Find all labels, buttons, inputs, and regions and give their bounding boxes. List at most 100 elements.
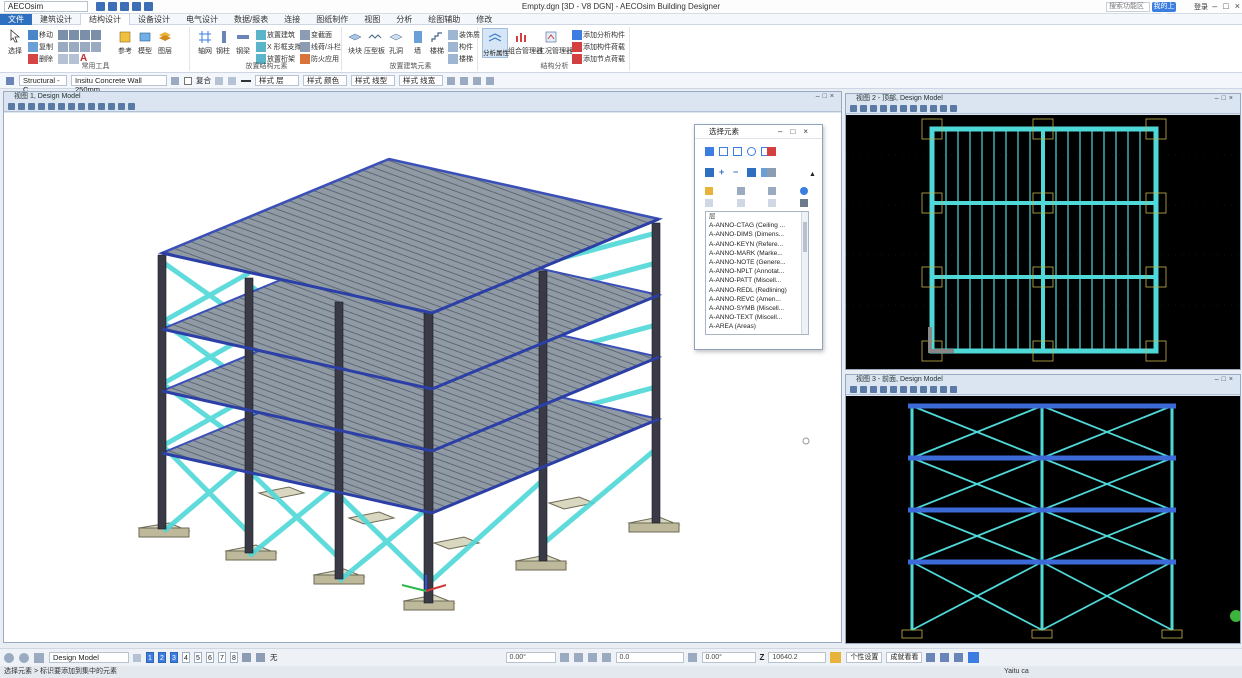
select-button-label[interactable]: 选择: [8, 46, 22, 56]
steel-column-icon[interactable]: [217, 30, 231, 44]
shape-select-icon[interactable]: [733, 147, 742, 156]
update-view-icon[interactable]: [870, 386, 877, 393]
view-2-canvas[interactable]: [846, 115, 1240, 369]
dialog-window-controls[interactable]: –□×: [778, 125, 816, 139]
align-icon[interactable]: [58, 42, 68, 52]
model-combo[interactable]: Design Model: [49, 652, 129, 663]
view-attributes-icon[interactable]: [850, 386, 857, 393]
decoration-button[interactable]: 装饰质: [448, 30, 480, 41]
view-next-icon[interactable]: [108, 103, 115, 110]
window-area-icon[interactable]: [900, 386, 907, 393]
view-toggle-7[interactable]: 7: [218, 652, 226, 663]
fit-view-icon[interactable]: [68, 103, 75, 110]
rotate-view-icon[interactable]: [920, 105, 927, 112]
tab-structural[interactable]: 结构设计: [80, 13, 130, 25]
steel-beam-icon[interactable]: [236, 30, 250, 44]
update-view-icon[interactable]: [28, 103, 35, 110]
tab-mechanical[interactable]: 设备设计: [130, 14, 178, 25]
list-item[interactable]: A-ANNO-TEXT (Miscell...: [706, 313, 808, 322]
view-1-window-controls[interactable]: –□×: [816, 92, 837, 102]
view-previous-icon[interactable]: [98, 103, 105, 110]
unit-lock-icon[interactable]: [601, 653, 611, 662]
tab-connect[interactable]: 连接: [276, 14, 308, 25]
layer-button-label[interactable]: 图层: [158, 46, 172, 56]
stair-icon[interactable]: [430, 30, 444, 44]
individual-select-icon[interactable]: [705, 147, 714, 156]
view-next-icon[interactable]: [950, 386, 957, 393]
layer-filter-icon[interactable]: [705, 187, 713, 195]
wall-icon[interactable]: [411, 30, 425, 44]
zoom-in-icon[interactable]: [880, 105, 887, 112]
minimize-icon[interactable]: –: [1212, 1, 1217, 11]
accudraw-icon[interactable]: [830, 652, 842, 663]
pan-view-icon[interactable]: [930, 105, 937, 112]
grid-icon[interactable]: [198, 30, 212, 44]
ribbon-search-input[interactable]: 搜索功能区: [1106, 2, 1150, 12]
attributes-icon[interactable]: [228, 76, 236, 85]
add-selection-icon[interactable]: +: [719, 168, 728, 177]
element-info-icon[interactable]: [215, 76, 223, 85]
transparency-icon[interactable]: [447, 76, 455, 85]
block-button-label[interactable]: 块块: [348, 46, 362, 56]
second-angle-field[interactable]: 0.00°: [701, 652, 756, 663]
view-toggle-8[interactable]: 8: [230, 652, 238, 663]
select-arrow-icon[interactable]: [8, 29, 22, 43]
selection-filter-icon[interactable]: [767, 168, 776, 177]
list-item[interactable]: A-ANNO-SYMB (Miscell...: [706, 304, 808, 313]
pan-view-icon[interactable]: [88, 103, 95, 110]
view-previous-icon[interactable]: [940, 105, 947, 112]
element-type-combo[interactable]: Insitu Concrete Wall 250mm: [71, 75, 167, 94]
place-brace-button[interactable]: 放置建筑: [256, 30, 295, 41]
tab-drawing-production[interactable]: 图纸制作: [308, 14, 356, 25]
list-item[interactable]: A-ANNO-REVC (Amen...: [706, 295, 808, 304]
new-selection-icon[interactable]: [705, 168, 714, 177]
list-item[interactable]: A-ANNO-DIMS (Dimens...: [706, 230, 808, 239]
view-toggle-6[interactable]: 6: [206, 652, 214, 663]
popup-achievements[interactable]: 成就看看: [886, 652, 923, 663]
cross-icon[interactable]: [940, 653, 950, 662]
save-icon[interactable]: [96, 2, 105, 11]
view-2-top[interactable]: 视图 2 - 顶部, Design Model –□×: [845, 93, 1241, 370]
opening-icon[interactable]: [389, 30, 403, 44]
trim-icon[interactable]: [69, 42, 79, 52]
template-filter-icon[interactable]: [768, 199, 777, 207]
color-combo[interactable]: 样式 颜色: [303, 75, 347, 86]
list-item[interactable]: A-ANNO-KEYN (Refere...: [706, 240, 808, 249]
update-view-icon[interactable]: [870, 105, 877, 112]
line-load-button[interactable]: 线荷/斗栏: [300, 42, 341, 53]
z-coordinate-field[interactable]: 10640.2: [768, 652, 827, 663]
view-attributes-icon[interactable]: [8, 103, 15, 110]
active-tool-icon[interactable]: [968, 652, 980, 663]
layer-list-scrollbar[interactable]: [801, 212, 808, 334]
weight-filter-icon[interactable]: [799, 187, 808, 195]
reference-icon[interactable]: [118, 30, 132, 44]
zoom-out-icon[interactable]: [890, 386, 897, 393]
list-item[interactable]: A-ANNO-CTAG (Ceiling ...: [706, 221, 808, 230]
layer-list[interactable]: 层 A-ANNO-CTAG (Ceiling ... A-ANNO-DIMS (…: [705, 211, 809, 335]
zoom-out-icon[interactable]: [48, 103, 55, 110]
line-tool-icon[interactable]: [954, 653, 964, 662]
list-item[interactable]: A-ANNO-NOTE (Genere...: [706, 258, 808, 267]
view-toggle-4[interactable]: 4: [182, 652, 190, 663]
rotate-view-icon[interactable]: [78, 103, 85, 110]
move-button[interactable]: 移动: [28, 30, 53, 41]
axis-lock-icon[interactable]: [587, 653, 597, 662]
display-style-icon[interactable]: [18, 103, 25, 110]
deck-slab-icon[interactable]: [368, 30, 382, 44]
condition-manager-label[interactable]: 工况管理器: [538, 46, 573, 56]
rotate-view-icon[interactable]: [920, 386, 927, 393]
print-icon[interactable]: [108, 2, 117, 11]
variable-section-button[interactable]: 变截面: [300, 30, 332, 41]
layer-icon[interactable]: [158, 30, 172, 44]
add-member-load-button[interactable]: 添加构件荷载: [572, 42, 625, 53]
close-icon[interactable]: ×: [1235, 1, 1240, 11]
zoom-out-icon[interactable]: [890, 105, 897, 112]
copy-button[interactable]: 复制: [28, 42, 53, 53]
stair-button-label[interactable]: 楼梯: [430, 46, 444, 56]
view-3-front[interactable]: 视图 3 - 前面, Design Model –□×: [845, 374, 1242, 644]
angle-field[interactable]: 0.00°: [505, 652, 556, 663]
list-item[interactable]: A-ANNO-NPLT (Annotat...: [706, 267, 808, 276]
view-toggle-1[interactable]: 1: [146, 652, 154, 663]
wall-button-label[interactable]: 墙: [414, 46, 421, 56]
template-icon[interactable]: [486, 76, 494, 85]
